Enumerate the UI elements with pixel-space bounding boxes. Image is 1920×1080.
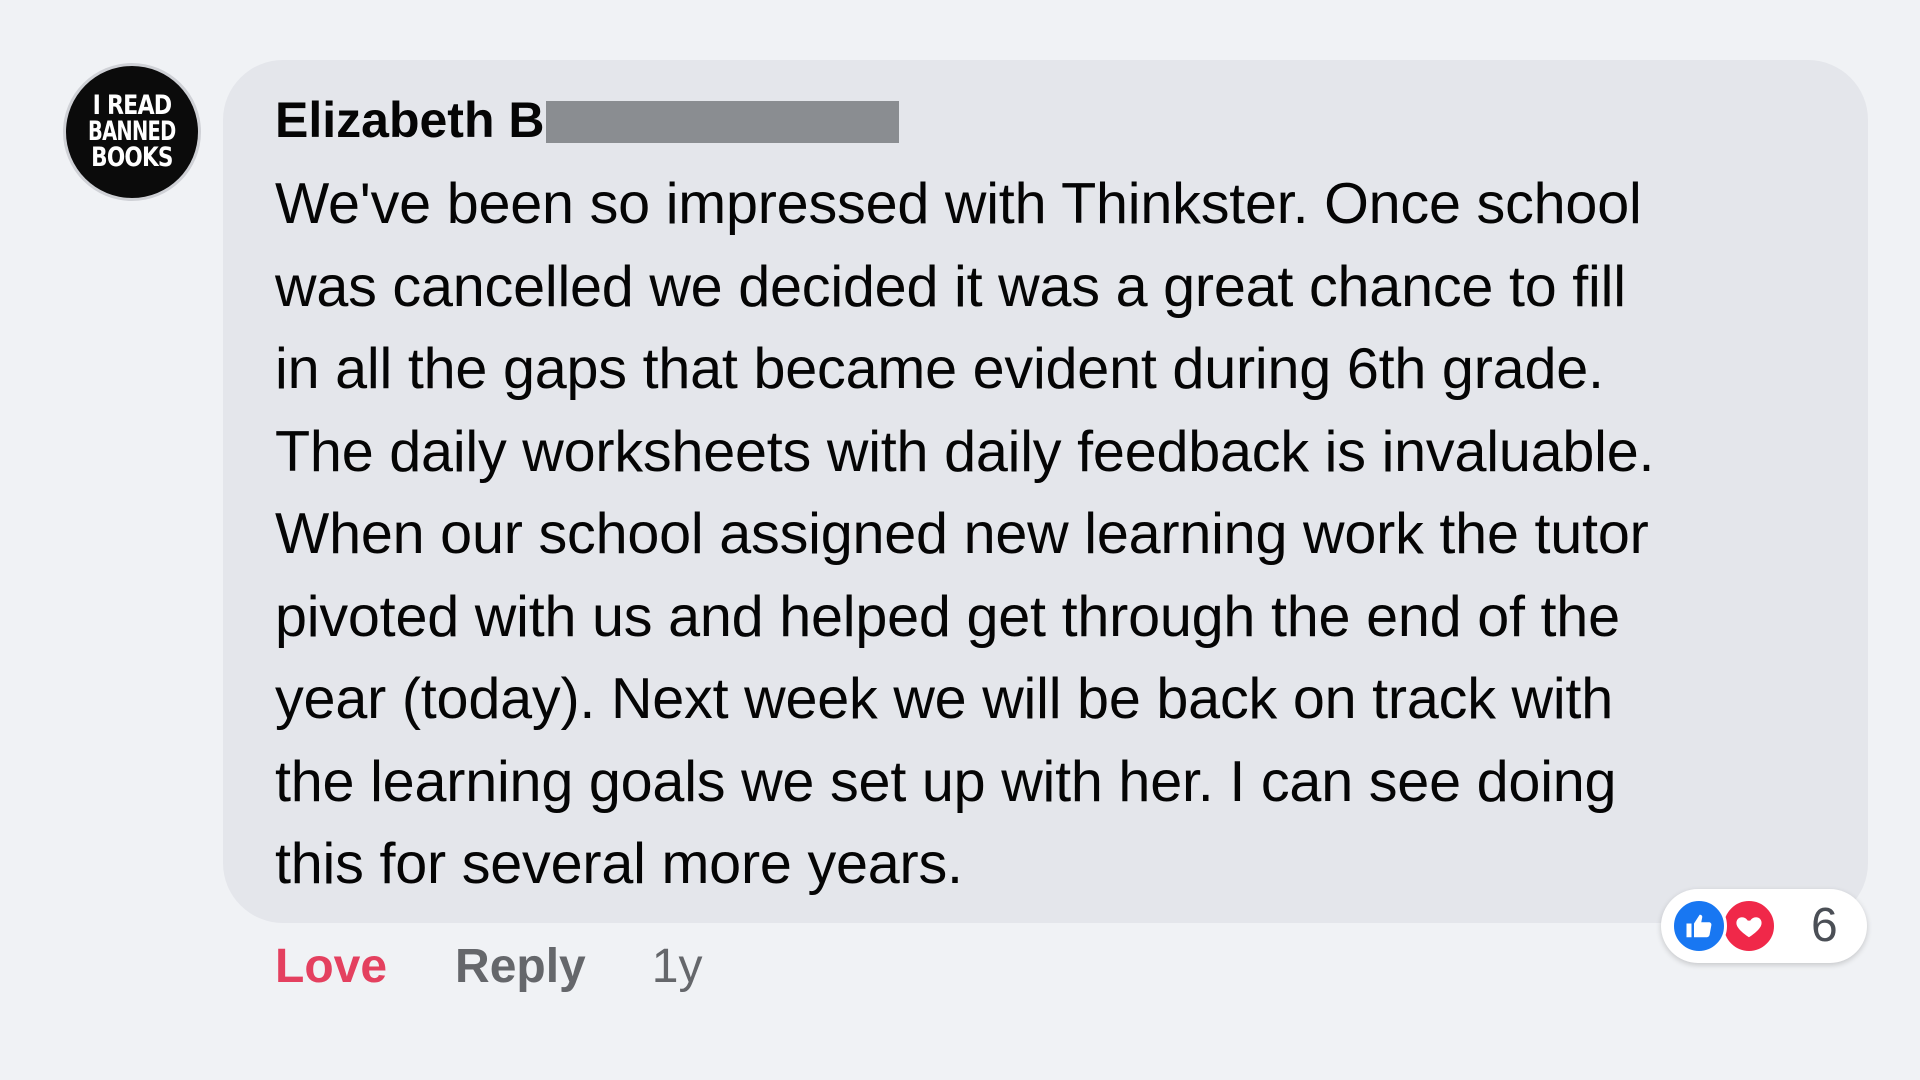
love-button[interactable]: Love [275, 939, 387, 994]
avatar[interactable]: I READ BANNED BOOKS [66, 66, 198, 198]
author-row: Elizabeth B [275, 91, 900, 149]
like-icon [1671, 898, 1727, 954]
redaction-block [546, 101, 900, 143]
heart-icon [1721, 898, 1777, 954]
reply-button[interactable]: Reply [455, 939, 586, 994]
timestamp[interactable]: 1y [652, 939, 703, 994]
reaction-count: 6 [1811, 899, 1838, 952]
reaction-summary[interactable]: 6 [1661, 889, 1867, 963]
comment-bubble: Elizabeth B We've been so impressed with… [223, 60, 1868, 923]
comment-text: We've been so impressed with Thinkster. … [275, 172, 1655, 896]
author-name[interactable]: Elizabeth B [275, 91, 544, 149]
comment-actions: Love Reply 1y [275, 936, 702, 996]
comment: I READ BANNED BOOKS Elizabeth B We've be… [66, 60, 1868, 1020]
avatar-text-line: BOOKS [91, 141, 173, 173]
